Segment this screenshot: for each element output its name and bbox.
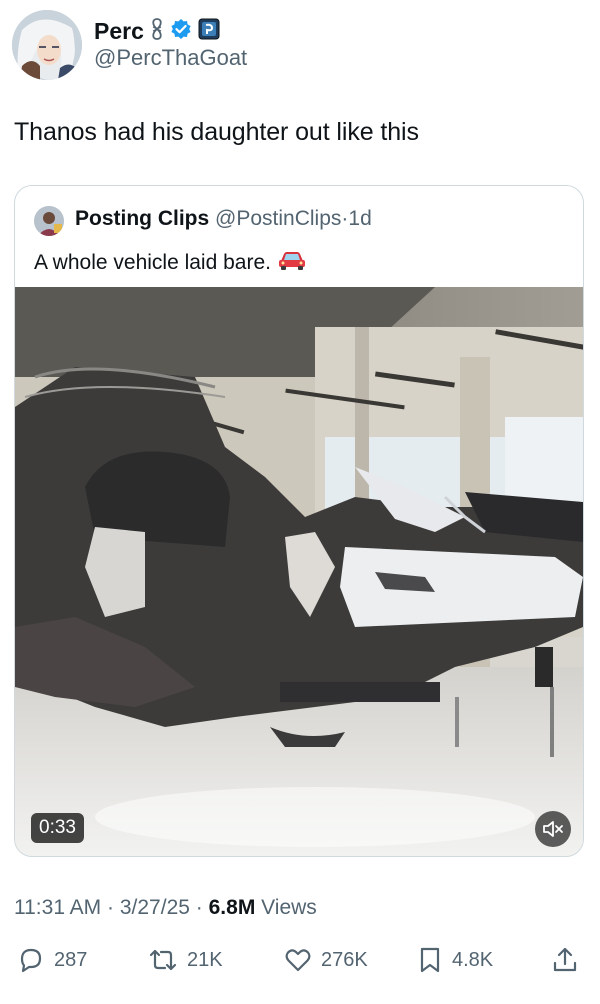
- bookmark-button[interactable]: 4.8K: [416, 940, 493, 980]
- repost-icon: [147, 945, 179, 975]
- quoted-time[interactable]: 1d: [348, 207, 371, 230]
- author-avatar[interactable]: [12, 10, 82, 80]
- speaker-muted-icon[interactable]: [535, 811, 571, 847]
- share-button[interactable]: [550, 940, 580, 980]
- reply-count: 287: [54, 948, 88, 971]
- red-car-icon: [277, 248, 307, 278]
- reply-button[interactable]: 287: [16, 940, 87, 980]
- video-duration: 0:33: [31, 813, 84, 843]
- quoted-tweet[interactable]: Posting Clips @PostinClips·1d A whole ve…: [14, 185, 584, 857]
- reply-icon: [16, 945, 46, 975]
- quoted-display-name[interactable]: Posting Clips: [75, 207, 209, 230]
- author-name-row: Perc: [94, 16, 220, 46]
- bookmark-icon: [416, 945, 444, 975]
- views-count[interactable]: 6.8M: [209, 896, 256, 919]
- verified-badge-icon[interactable]: [170, 18, 192, 45]
- anime-avatar-image: [12, 10, 82, 80]
- repost-count: 21K: [187, 948, 223, 971]
- share-icon: [550, 945, 580, 975]
- quoted-handle[interactable]: @PostinClips: [215, 207, 341, 230]
- like-icon: [283, 945, 313, 975]
- tweet-date[interactable]: 3/27/25: [120, 896, 190, 919]
- tweet: Perc @PercThaGoat Thanos had his daughte…: [0, 0, 600, 1004]
- tweet-text: Thanos had his daughter out like this: [14, 118, 419, 146]
- video-player[interactable]: 0:33: [15, 287, 583, 856]
- infinity-icon: [150, 16, 164, 47]
- like-button[interactable]: 276K: [283, 940, 368, 980]
- meta-separator-2: ·: [195, 896, 203, 919]
- author-display-name[interactable]: Perc: [94, 18, 144, 45]
- affiliate-badge-icon[interactable]: [198, 18, 220, 45]
- like-count: 276K: [321, 948, 368, 971]
- action-bar: 287 21K 276K 4.8K: [0, 940, 600, 980]
- quoted-author-avatar[interactable]: [34, 206, 64, 236]
- tweet-metadata: 11:31 AM · 3/27/25 · 6.8M Views: [14, 896, 317, 920]
- quoted-text: A whole vehicle laid bare.: [34, 251, 271, 274]
- quoted-meta: Posting Clips @PostinClips·1d: [75, 207, 372, 231]
- bookmark-count: 4.8K: [452, 948, 494, 971]
- quoted-text-row: A whole vehicle laid bare.: [34, 248, 307, 278]
- meta-separator-1: ·: [107, 896, 115, 919]
- views-label: Views: [261, 896, 317, 919]
- repost-button[interactable]: 21K: [147, 940, 223, 980]
- author-handle[interactable]: @PercThaGoat: [94, 45, 247, 71]
- tweet-time[interactable]: 11:31 AM: [14, 896, 101, 919]
- video-thumbnail: [15, 287, 583, 856]
